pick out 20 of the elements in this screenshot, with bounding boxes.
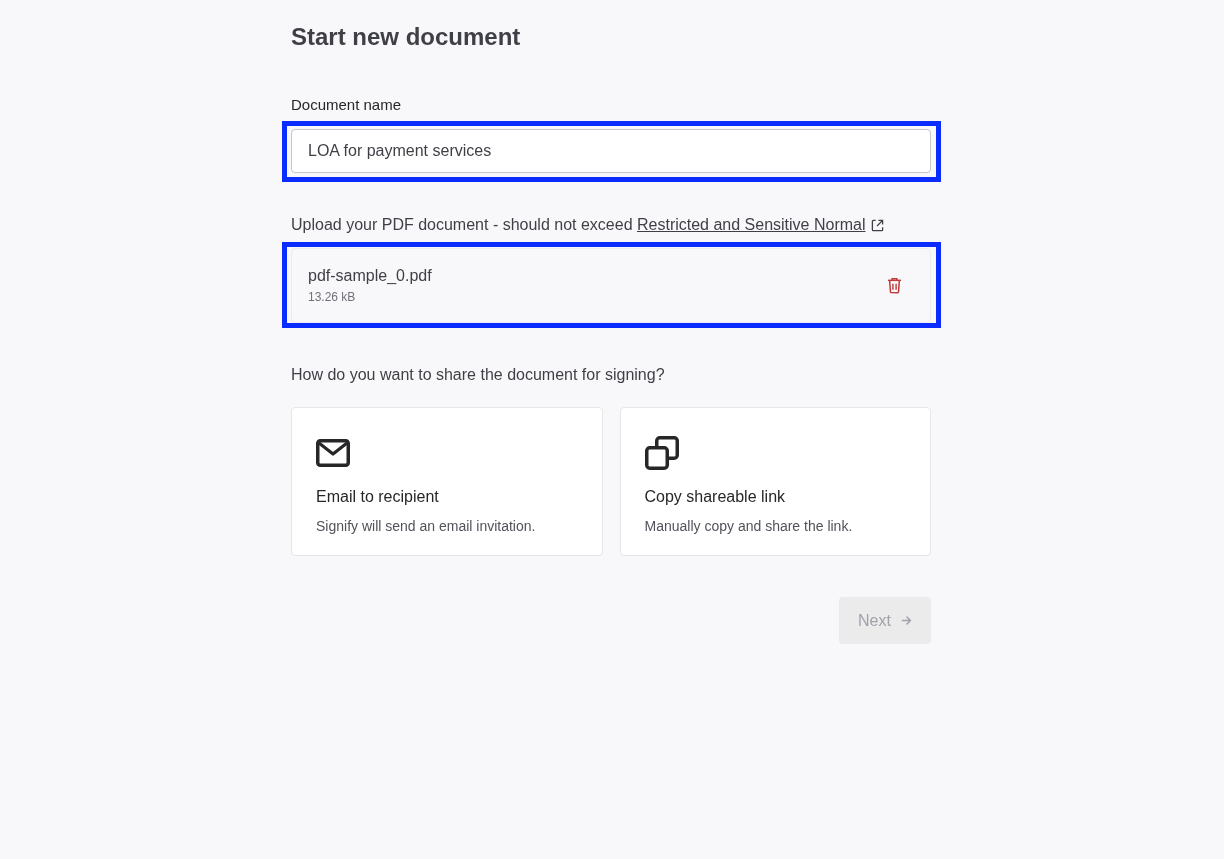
envelope-icon [316,439,350,467]
upload-instructions: Upload your PDF document - should not exceed Restricted and Sensitive Normal [291,215,866,235]
copy-icon [644,436,679,470]
delete-button[interactable] [885,275,904,296]
share-option-card[interactable]: Email to recipient Signify will send an email invitation. [291,407,603,556]
option-title: Email to recipient [316,487,439,507]
share-question: How do you want to share the document for signing? [291,365,665,385]
document-name-input[interactable]: LOA for payment services [291,129,931,173]
external-link-icon [870,218,884,232]
field-label: Document name [291,95,402,115]
file-size: 13.26 kB [308,289,356,305]
share-option-card[interactable]: Copy shareable link Manually copy and share the link. [619,407,931,556]
option-description: Manually copy and share the link. [644,517,853,535]
arrow-right-icon [900,615,912,626]
trash-icon [887,277,902,294]
option-title: Copy shareable link [644,487,786,507]
policy-link[interactable]: Restricted and Sensitive Normal [637,216,866,233]
file-name: pdf-sample_0.pdf [308,266,432,286]
option-description: Signify will send an email invitation. [316,517,536,535]
page-title: Start new document [291,22,521,52]
